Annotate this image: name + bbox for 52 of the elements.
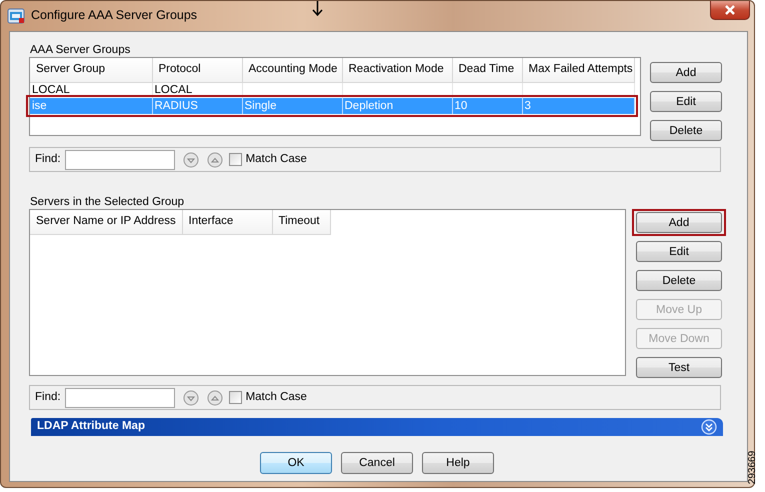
section-label: Servers in the Selected Group <box>30 195 184 210</box>
button[interactable]: Edit <box>636 241 722 262</box>
button: Move Up <box>636 299 722 320</box>
column-header: Server Group <box>30 58 152 82</box>
button[interactable]: Test <box>636 357 722 378</box>
button[interactable]: Add <box>650 62 722 83</box>
next-button[interactable] <box>182 152 199 168</box>
checkbox-label: Match Case <box>246 152 307 167</box>
section-label: AAA Server Groups <box>30 43 130 58</box>
previous-button[interactable] <box>206 152 223 168</box>
figure-number: 293669 <box>746 450 760 484</box>
close-button[interactable] <box>710 1 750 20</box>
window-title: Configure AAA Server Groups <box>31 7 198 24</box>
app-icon <box>7 8 25 24</box>
column-header: Dead Time <box>452 58 522 82</box>
section-header[interactable]: LDAP Attribute Map <box>31 418 723 436</box>
checkbox[interactable] <box>228 153 242 166</box>
button: Move Down <box>636 328 722 349</box>
button[interactable]: Help <box>422 452 494 474</box>
expand-icon <box>701 419 717 435</box>
column-header: Max Failed Attempts <box>522 58 634 82</box>
button[interactable]: OK <box>260 452 332 474</box>
button[interactable]: Edit <box>650 91 722 112</box>
cursor-icon <box>312 1 323 17</box>
table-cell: 10 <box>454 100 468 112</box>
column-header: Reactivation Mode <box>342 58 452 82</box>
table-cell: Single <box>244 100 276 112</box>
find-field[interactable] <box>64 388 175 408</box>
table-cell: LOCAL <box>154 84 192 96</box>
next-button[interactable] <box>182 390 199 406</box>
column-header: Protocol <box>152 58 242 82</box>
column-header: Timeout <box>272 210 330 234</box>
table-cell: Depletion <box>344 100 394 112</box>
button[interactable]: Add <box>636 212 722 233</box>
column-header: Interface <box>182 210 272 234</box>
button[interactable]: Cancel <box>341 452 413 474</box>
table-cell: RADIUS <box>154 100 198 112</box>
checkbox-label: Match Case <box>246 390 307 405</box>
table-cell: LOCAL <box>32 84 70 96</box>
previous-button[interactable] <box>206 390 223 406</box>
checkbox[interactable] <box>228 391 242 404</box>
button[interactable]: Delete <box>636 270 722 291</box>
find-label: Find: <box>35 390 61 405</box>
column-header: Accounting Mode <box>242 58 342 82</box>
find-field[interactable] <box>64 150 175 170</box>
table-cell: 3 <box>524 100 531 112</box>
section-title: LDAP Attribute Map <box>37 419 145 434</box>
close-icon <box>724 5 736 15</box>
find-label: Find: <box>35 152 61 167</box>
column-header: Server Name or IP Address <box>30 210 182 234</box>
button[interactable]: Delete <box>650 120 722 141</box>
table-cell: ise <box>32 100 47 112</box>
